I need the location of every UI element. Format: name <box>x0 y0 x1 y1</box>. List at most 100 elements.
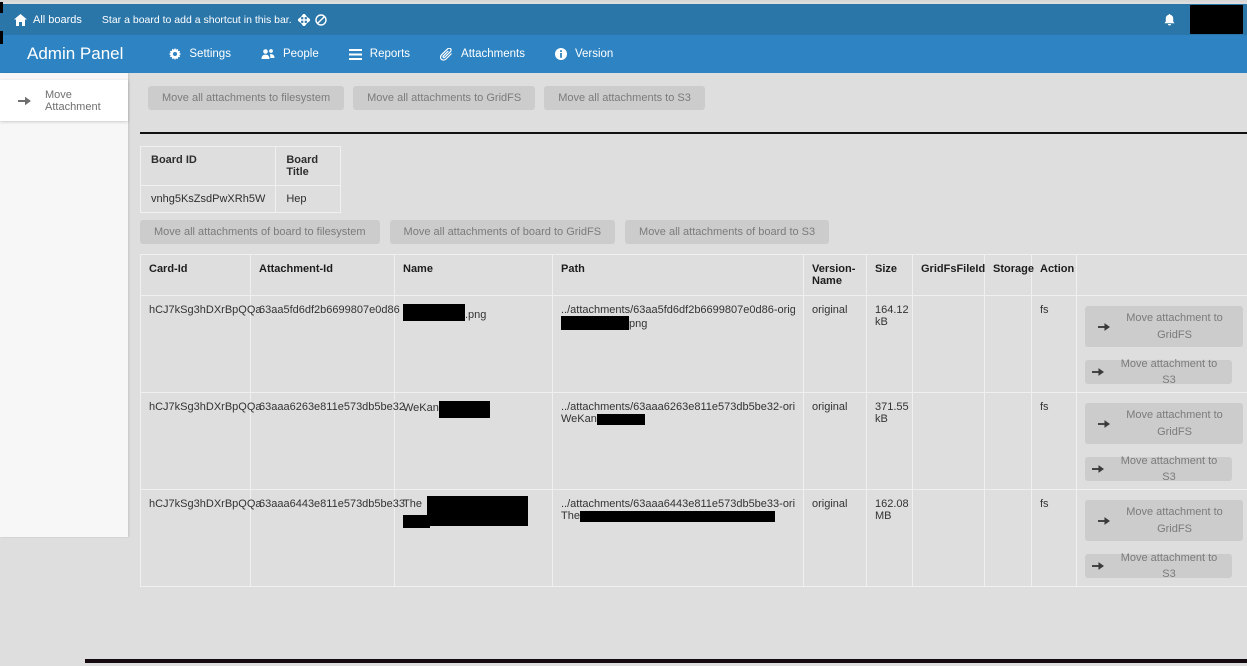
cell-card-id: hCJ7kSg3hDXrBpQQa <box>141 393 251 490</box>
move-all-to-filesystem-button[interactable]: Move all attachments to filesystem <box>148 86 344 110</box>
move-all-to-gridfs-button[interactable]: Move all attachments to GridFS <box>353 86 535 110</box>
cell-attachment-id: 63aaa6443e811e573db5be33 <box>251 490 395 587</box>
col-attachment-id: Attachment-Id <box>251 255 395 296</box>
arrow-right-icon <box>1092 561 1104 571</box>
nav-label: Settings <box>189 48 231 60</box>
cell-action: fs <box>1032 490 1077 587</box>
col-storage: Storage <box>985 255 1032 296</box>
arrow-right-icon <box>1092 367 1104 377</box>
move-attachment-to-gridfs-button[interactable]: Move attachment to GridFS <box>1085 403 1243 444</box>
nav-item-version[interactable]: Version <box>555 48 613 60</box>
col-card-id: Card-Id <box>141 255 251 296</box>
cell-version-name: original <box>804 490 867 587</box>
cell-storage <box>985 490 1032 587</box>
cell-size: 162.08 MB <box>867 490 913 587</box>
table-row: hCJ7kSg3hDXrBpQQa 63aaa6443e811e573db5be… <box>141 490 1247 587</box>
all-boards-link[interactable]: All boards <box>14 14 82 26</box>
cell-action-buttons: Move attachment to GridFS Move attachmen… <box>1077 296 1247 393</box>
main-content: Move all attachments to filesystem Move … <box>136 73 1247 666</box>
col-buttons <box>1077 255 1247 296</box>
list-icon <box>349 49 362 60</box>
global-move-buttons: Move all attachments to filesystem Move … <box>148 86 1247 110</box>
cell-version-name: original <box>804 393 867 490</box>
arrow-right-icon <box>1092 464 1104 474</box>
cell-action: fs <box>1032 393 1077 490</box>
nav-label: People <box>283 48 319 60</box>
move-all-to-s3-button[interactable]: Move all attachments to S3 <box>544 86 705 110</box>
cell-attachment-id: 63aaa6263e811e573db5be32 <box>251 393 395 490</box>
move-board-to-s3-button[interactable]: Move all attachments of board to S3 <box>625 220 829 244</box>
redacted-name <box>427 496 528 526</box>
move-board-to-filesystem-button[interactable]: Move all attachments of board to filesys… <box>140 220 380 244</box>
col-action: Action <box>1032 255 1077 296</box>
home-icon <box>14 14 27 26</box>
sidebar-item-label: Move Attachment <box>45 89 128 113</box>
cell-gridfsfileid <box>913 393 985 490</box>
edge-artifact <box>0 2 3 13</box>
bottom-redacted-bar <box>85 659 1247 663</box>
col-name: Name <box>395 255 553 296</box>
board-title-value: Hep <box>276 186 341 213</box>
attachments-table: Card-Id Attachment-Id Name Path Version-… <box>140 254 1247 587</box>
move-attachment-to-gridfs-button[interactable]: Move attachment to GridFS <box>1085 306 1243 347</box>
col-size: Size <box>867 255 913 296</box>
board-row: vnhg5KsZsdPwXRh5W Hep <box>141 186 341 213</box>
info-icon <box>555 48 567 60</box>
topbar: All boards Star a board to add a shortcu… <box>0 4 1247 35</box>
cell-name: The <box>395 490 553 587</box>
board-id-header: Board ID <box>141 147 276 186</box>
redacted-name <box>439 401 490 418</box>
arrow-right-icon <box>18 96 31 106</box>
cell-path: ../attachments/63aaa6443e811e573db5be33-… <box>553 490 804 587</box>
cell-name: WeKan <box>395 393 553 490</box>
people-icon <box>261 48 275 60</box>
paperclip-icon <box>440 48 453 61</box>
move-attachment-to-s3-button[interactable]: Move attachment to S3 <box>1085 457 1232 481</box>
nav-item-settings[interactable]: Settings <box>169 48 231 60</box>
admin-panel-bar: Admin Panel Settings People Reports Atta… <box>0 35 1247 73</box>
nav-label: Reports <box>370 48 410 60</box>
admin-nav: Settings People Reports Attachments Vers… <box>169 48 613 61</box>
notifications-bell-icon[interactable] <box>1163 13 1176 27</box>
edge-artifact <box>0 31 3 44</box>
board-id-value: vnhg5KsZsdPwXRh5W <box>141 186 276 213</box>
section-divider <box>140 132 1247 134</box>
sidebar-item-move-attachment[interactable]: Move Attachment <box>0 80 128 121</box>
move-attachment-to-gridfs-button[interactable]: Move attachment to GridFS <box>1085 500 1243 541</box>
col-path: Path <box>553 255 804 296</box>
attachments-header-row: Card-Id Attachment-Id Name Path Version-… <box>141 255 1247 296</box>
cell-name: .png <box>395 296 553 393</box>
arrow-right-icon <box>1098 516 1110 526</box>
col-version-name: Version-Name <box>804 255 867 296</box>
disable-shortcut-icon[interactable] <box>315 14 327 26</box>
move-attachment-to-s3-button[interactable]: Move attachment to S3 <box>1085 360 1232 384</box>
cell-path: ../attachments/63aaa6263e811e573db5be32-… <box>553 393 804 490</box>
redacted-path <box>580 511 775 522</box>
board-title-header: Board Title <box>276 147 341 186</box>
gear-icon <box>169 48 181 60</box>
arrow-right-icon <box>1098 419 1110 429</box>
cell-storage <box>985 296 1032 393</box>
nav-item-attachments[interactable]: Attachments <box>440 48 525 61</box>
cell-version-name: original <box>804 296 867 393</box>
cell-card-id: hCJ7kSg3hDXrBpQQa <box>141 490 251 587</box>
cell-card-id: hCJ7kSg3hDXrBpQQa <box>141 296 251 393</box>
table-row: hCJ7kSg3hDXrBpQQa 63aa5fd6df2b6699807e0d… <box>141 296 1247 393</box>
user-avatar-redacted[interactable] <box>1190 5 1243 34</box>
nav-item-people[interactable]: People <box>261 48 319 60</box>
redacted-path <box>597 414 645 425</box>
cell-storage <box>985 393 1032 490</box>
move-handle-icon[interactable] <box>298 14 310 26</box>
nav-item-reports[interactable]: Reports <box>349 48 410 60</box>
redacted-path <box>561 316 629 330</box>
redacted-name <box>403 515 430 528</box>
move-attachment-to-s3-button[interactable]: Move attachment to S3 <box>1085 554 1232 578</box>
all-boards-label: All boards <box>33 14 82 26</box>
move-board-to-gridfs-button[interactable]: Move all attachments of board to GridFS <box>390 220 615 244</box>
cell-size: 371.55 kB <box>867 393 913 490</box>
redacted-name <box>403 304 465 321</box>
cell-size: 164.12 kB <box>867 296 913 393</box>
sidebar: Move Attachment <box>0 73 128 537</box>
cell-gridfsfileid <box>913 296 985 393</box>
cell-attachment-id: 63aa5fd6df2b6699807e0d86 <box>251 296 395 393</box>
